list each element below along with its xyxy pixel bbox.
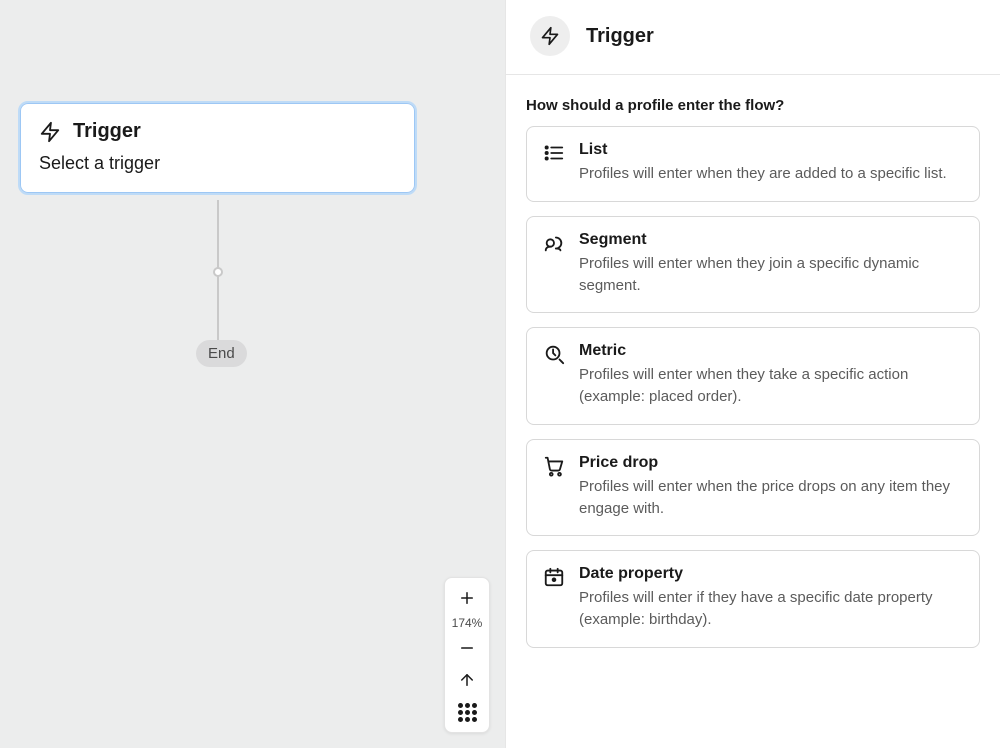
trigger-node-title: Trigger [73, 120, 141, 143]
bolt-icon [39, 121, 61, 143]
panel-body: How should a profile enter the flow? Lis… [506, 75, 1000, 686]
trigger-node-header: Trigger [39, 120, 396, 143]
section-label: How should a profile enter the flow? [526, 97, 980, 114]
option-list[interactable]: List Profiles will enter when they are a… [526, 126, 980, 202]
arrow-up-icon [458, 671, 476, 689]
end-node: End [196, 340, 247, 367]
option-title: Price drop [579, 454, 963, 472]
grid-icon [458, 703, 477, 722]
panel-title: Trigger [586, 25, 654, 48]
date-property-icon [543, 566, 565, 588]
option-date-property[interactable]: Date property Profiles will enter if the… [526, 550, 980, 648]
segment-icon [543, 232, 565, 254]
plus-icon [458, 589, 476, 607]
zoom-out-button[interactable] [445, 632, 489, 664]
trigger-config-panel: Trigger How should a profile enter the f… [505, 0, 1000, 748]
option-title: Segment [579, 231, 963, 249]
recenter-button[interactable] [445, 664, 489, 696]
flow-canvas[interactable]: Trigger Select a trigger End 174% [0, 0, 505, 748]
option-desc: Profiles will enter when they are added … [579, 163, 947, 185]
option-title: Metric [579, 342, 963, 360]
option-title: List [579, 141, 947, 159]
minus-icon [458, 639, 476, 657]
trigger-node-subtitle: Select a trigger [39, 153, 396, 174]
option-desc: Profiles will enter when the price drops… [579, 476, 963, 520]
price-drop-icon [543, 455, 565, 477]
canvas-tools: 174% [444, 577, 490, 733]
trigger-node[interactable]: Trigger Select a trigger [20, 103, 415, 193]
zoom-level-label: 174% [452, 614, 483, 632]
option-price-drop[interactable]: Price drop Profiles will enter when the … [526, 439, 980, 537]
option-desc: Profiles will enter when they take a spe… [579, 364, 963, 408]
connector-add-point[interactable] [213, 267, 223, 277]
option-metric[interactable]: Metric Profiles will enter when they tak… [526, 327, 980, 425]
metric-icon [543, 343, 565, 365]
option-title: Date property [579, 565, 963, 583]
option-segment[interactable]: Segment Profiles will enter when they jo… [526, 216, 980, 314]
mini-map-button[interactable] [445, 696, 489, 728]
bolt-icon [530, 16, 570, 56]
zoom-in-button[interactable] [445, 582, 489, 614]
panel-header: Trigger [506, 0, 1000, 75]
list-icon [543, 142, 565, 164]
option-desc: Profiles will enter when they join a spe… [579, 253, 963, 297]
option-desc: Profiles will enter if they have a speci… [579, 587, 963, 631]
